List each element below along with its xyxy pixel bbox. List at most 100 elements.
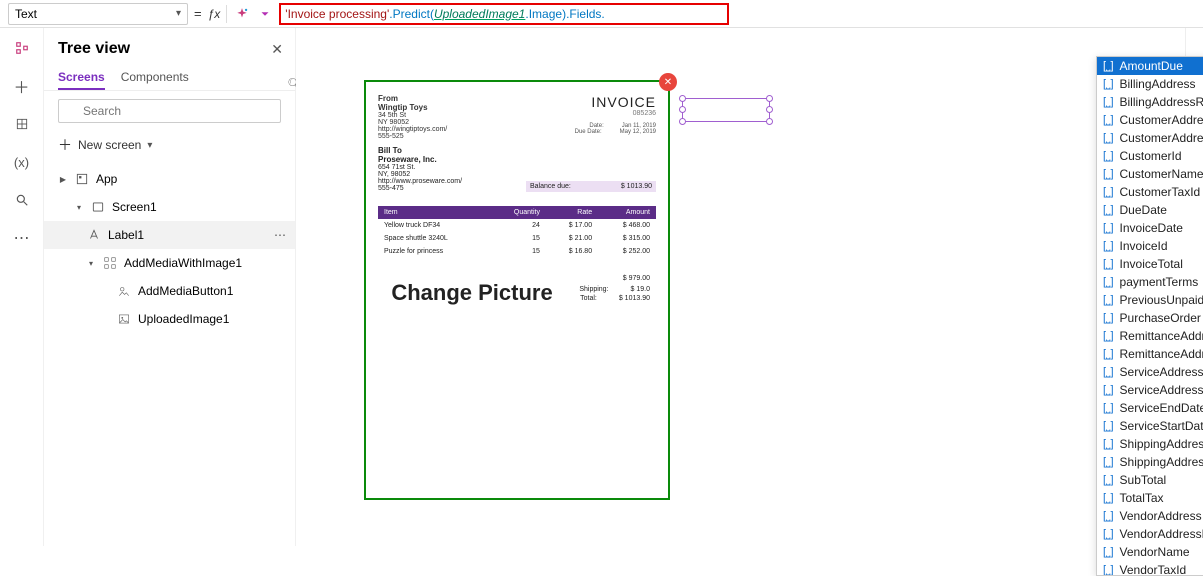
- intellisense-item[interactable]: [⎵]BillingAddress: [1097, 75, 1203, 93]
- tree-node-label: AddMediaButton1: [138, 284, 233, 298]
- field-icon: [⎵]: [1103, 438, 1114, 451]
- tab-screens[interactable]: Screens: [58, 66, 105, 90]
- invoice-balance-value: $ 1013.90: [621, 183, 652, 190]
- intellisense-item[interactable]: [⎵]CustomerName: [1097, 165, 1203, 183]
- table-cell: Yellow truck DF34: [378, 219, 490, 232]
- search-icon[interactable]: [12, 190, 32, 210]
- divider: [226, 5, 227, 23]
- intellisense-item[interactable]: [⎵] DueDate: [1097, 201, 1203, 219]
- tree-node-addmedia[interactable]: ▾ AddMediaWithImage1: [44, 249, 295, 277]
- tree-view-icon[interactable]: [12, 38, 32, 58]
- intellisense-item[interactable]: [⎵]SubTotal: [1097, 471, 1203, 489]
- field-icon: [⎵]: [1103, 258, 1114, 271]
- field-icon: [⎵]: [1103, 510, 1114, 523]
- intellisense-item[interactable]: [⎵]PreviousUnpaidBalance: [1097, 291, 1203, 309]
- field-icon: [⎵]: [1103, 294, 1114, 307]
- intellisense-item[interactable]: [⎵]ShippingAddressRecipient: [1097, 453, 1203, 471]
- tab-components[interactable]: Components: [121, 66, 189, 90]
- canvas[interactable]: ✕ From Wingtip Toys 34 5th St NY 98052 h…: [296, 28, 1185, 546]
- remove-image-button[interactable]: ✕: [659, 73, 677, 91]
- field-icon: [⎵]: [1103, 150, 1114, 163]
- field-icon: [⎵]: [1103, 204, 1114, 217]
- resize-handle[interactable]: [766, 106, 773, 113]
- intellisense-item[interactable]: [⎵]VendorAddressRecipient: [1097, 525, 1203, 543]
- intellisense-item[interactable]: [⎵]VendorTaxId: [1097, 561, 1203, 576]
- more-icon[interactable]: ⋯: [12, 228, 32, 248]
- more-icon[interactable]: ⋯: [274, 228, 287, 242]
- formula-dropdown[interactable]: [257, 6, 273, 22]
- invoice-billto-name: Proseware, Inc.: [378, 155, 437, 164]
- fx-icon[interactable]: ƒx: [208, 7, 221, 21]
- formula-input[interactable]: 'Invoice processing'.Predict(UploadedIma…: [279, 3, 729, 25]
- intellisense-item[interactable]: [⎵]RemittanceAddress: [1097, 327, 1203, 345]
- formula-token-string: 'Invoice processing': [285, 7, 389, 21]
- tree-node-uploadedimage[interactable]: UploadedImage1: [44, 305, 295, 333]
- intellisense-item[interactable]: [⎵]paymentTerms: [1097, 273, 1203, 291]
- resize-handle[interactable]: [679, 95, 686, 102]
- intellisense-item[interactable]: [⎵]RemittanceAddressRecipient: [1097, 345, 1203, 363]
- intellisense-item[interactable]: [⎵]ShippingAddress: [1097, 435, 1203, 453]
- screen-icon: [90, 199, 106, 215]
- tree-node-app[interactable]: ▶ App: [44, 165, 295, 193]
- intellisense-item-label: AmountDue: [1120, 59, 1183, 73]
- col-item: Item: [378, 206, 490, 219]
- table-row: Yellow truck DF3424$ 17.00$ 468.00: [378, 219, 656, 232]
- intellisense-item-label: BillingAddress: [1120, 77, 1196, 91]
- property-selector[interactable]: Text ▾: [8, 3, 188, 25]
- intellisense-item[interactable]: [⎵]AmountDue: [1097, 57, 1203, 75]
- tree-node-label: App: [96, 172, 117, 186]
- new-screen-button[interactable]: ＋ New screen ▾: [44, 131, 295, 165]
- insert-icon[interactable]: ＋: [12, 76, 32, 96]
- invoice-dates: Date:Jan 11, 2019 Due Date:May 12, 2019: [575, 123, 656, 135]
- intellisense-item[interactable]: [⎵]ServiceEndDate: [1097, 399, 1203, 417]
- resize-handle[interactable]: [766, 118, 773, 125]
- table-row: Puzzle for princess15$ 16.80$ 252.00: [378, 245, 656, 258]
- intellisense-item[interactable]: [⎵]VendorAddress: [1097, 507, 1203, 525]
- intellisense-item[interactable]: [⎵]CustomerAddressRecipient: [1097, 129, 1203, 147]
- intellisense-item[interactable]: [⎵]ServiceAddressRecipient: [1097, 381, 1203, 399]
- close-icon[interactable]: ✕: [271, 41, 283, 58]
- intellisense-item-label: SubTotal: [1120, 473, 1167, 487]
- intellisense-item[interactable]: [⎵]BillingAddressRecipient: [1097, 93, 1203, 111]
- intellisense-item[interactable]: [⎵]InvoiceDate: [1097, 219, 1203, 237]
- formula-bar: Text ▾ = ƒx 'Invoice processing'.Predict…: [0, 0, 1203, 28]
- intellisense-item[interactable]: [⎵]TotalTax: [1097, 489, 1203, 507]
- invoice-total-value: $ 1013.90: [619, 295, 650, 302]
- intellisense-item[interactable]: [⎵]ServiceAddress: [1097, 363, 1203, 381]
- table-cell: 15: [490, 232, 546, 245]
- invoice-from-label: From: [378, 94, 447, 103]
- intellisense-item[interactable]: [⎵]ServiceStartDate: [1097, 417, 1203, 435]
- intellisense-item-label: InvoiceTotal: [1120, 257, 1183, 271]
- tree-node-addmediabutton[interactable]: AddMediaButton1: [44, 277, 295, 305]
- table-cell: $ 252.00: [598, 245, 656, 258]
- intellisense-item-label: CustomerName: [1120, 167, 1203, 181]
- resize-handle[interactable]: [679, 106, 686, 113]
- intellisense-item[interactable]: [⎵]CustomerTaxId: [1097, 183, 1203, 201]
- data-icon[interactable]: [12, 114, 32, 134]
- resize-handle[interactable]: [679, 118, 686, 125]
- intellisense-item[interactable]: [⎵]PurchaseOrder: [1097, 309, 1203, 327]
- intellisense-item[interactable]: [⎵] InvoiceTotal: [1097, 255, 1203, 273]
- resize-handle[interactable]: [766, 95, 773, 102]
- invoice-from-addr2: NY 98052: [378, 119, 409, 126]
- change-picture-label[interactable]: Change Picture: [378, 280, 566, 306]
- intellisense-popup[interactable]: [⎵]AmountDue[⎵]BillingAddress[⎵]BillingA…: [1096, 56, 1203, 576]
- copilot-icon[interactable]: [233, 5, 251, 23]
- intellisense-item-label: ServiceStartDate: [1120, 419, 1203, 433]
- intellisense-item-label: ServiceAddress: [1120, 365, 1203, 379]
- intellisense-item[interactable]: [⎵]InvoiceId: [1097, 237, 1203, 255]
- tree-search-input[interactable]: [58, 99, 281, 123]
- selected-label-handles[interactable]: [682, 98, 770, 122]
- table-cell: Space shuttle 3240L: [378, 232, 490, 245]
- tree-node-label1[interactable]: Label1 ⋯: [44, 221, 295, 249]
- intellisense-item-label: ShippingAddressRecipient: [1120, 455, 1203, 469]
- intellisense-item-label: DueDate: [1120, 203, 1167, 217]
- new-screen-label: New screen: [78, 138, 141, 152]
- intellisense-item-label: VendorName: [1120, 545, 1190, 559]
- intellisense-item[interactable]: [⎵]CustomerId: [1097, 147, 1203, 165]
- variables-icon[interactable]: (x): [12, 152, 32, 172]
- uploaded-image-preview[interactable]: ✕ From Wingtip Toys 34 5th St NY 98052 h…: [364, 80, 670, 500]
- tree-node-screen1[interactable]: ▾ Screen1: [44, 193, 295, 221]
- field-icon: [⎵]: [1103, 402, 1114, 415]
- intellisense-item[interactable]: [⎵]CustomerAddress: [1097, 111, 1203, 129]
